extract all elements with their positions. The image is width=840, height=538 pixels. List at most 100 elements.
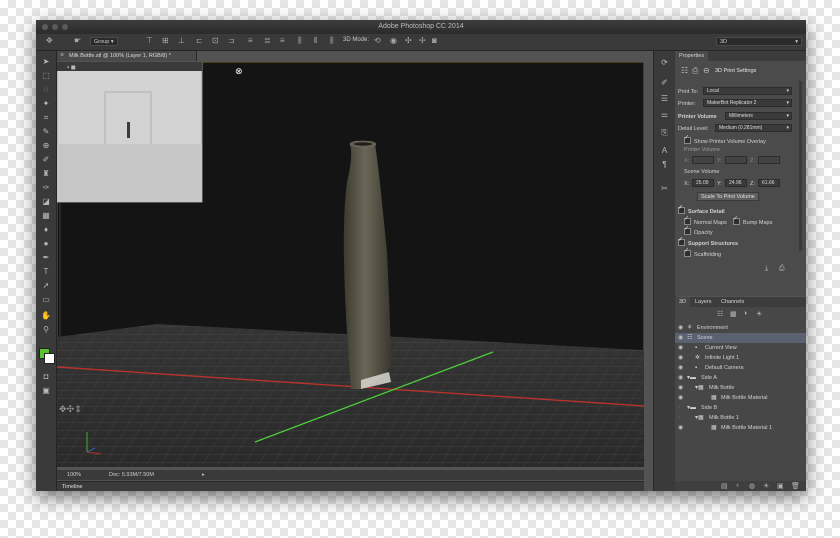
print-icon[interactable]: ⎙ xyxy=(779,265,785,273)
character-icon[interactable]: A xyxy=(658,145,671,157)
orbit-3d-icon[interactable]: ⟲ xyxy=(374,36,381,45)
new-light-icon[interactable]: ☀ xyxy=(763,482,769,490)
roll-3d-icon[interactable]: ◉ xyxy=(390,36,397,45)
workspace-dropdown[interactable]: 3D ▾ xyxy=(716,37,802,46)
opacity-checkbox[interactable]: Opacity xyxy=(684,225,713,236)
path-select-icon[interactable]: ➚ xyxy=(39,280,53,292)
auto-select-icon[interactable]: ☛ xyxy=(74,36,81,45)
zoom-tool-icon[interactable]: ⚲ xyxy=(39,324,53,336)
visibility-eye-icon[interactable]: ◉ xyxy=(678,373,683,383)
eyedropper-icon[interactable]: ✎ xyxy=(39,126,53,138)
scene-y-input[interactable]: 24.96 xyxy=(725,179,747,187)
align-center-icon[interactable]: ⊡ xyxy=(212,36,219,45)
visibility-eye-icon[interactable]: ◉ xyxy=(678,333,683,343)
healing-brush-icon[interactable]: ⊕ xyxy=(39,140,53,152)
tab-layers[interactable]: Layers xyxy=(691,297,716,307)
print-to-dropdown[interactable]: Local ▾ xyxy=(703,87,792,95)
trash-icon[interactable]: 🗑 xyxy=(791,482,800,490)
visibility-eye-icon[interactable]: ◦ xyxy=(678,413,680,423)
3d-print-icon[interactable]: ⎙ xyxy=(692,66,698,76)
paragraph-icon[interactable]: ¶ xyxy=(658,159,671,171)
lasso-tool-icon[interactable]: ◌ xyxy=(39,84,53,96)
gradient-tool-icon[interactable]: ▦ xyxy=(39,210,53,222)
visibility-eye-icon[interactable]: ◉ xyxy=(678,423,683,433)
visibility-eye-icon[interactable]: ◉ xyxy=(678,353,683,363)
surface-detail-checkbox[interactable]: Surface Detail xyxy=(678,204,725,215)
distribute-right-icon[interactable]: ⫼ xyxy=(330,36,334,46)
cap-icon[interactable]: ⊖ xyxy=(703,66,710,75)
properties-tab[interactable]: Properties xyxy=(675,51,709,61)
visibility-eye-icon[interactable]: ◉ xyxy=(678,383,683,393)
lights-icon[interactable]: ☀ xyxy=(756,310,762,318)
clone-source-icon[interactable]: ⎘ xyxy=(658,127,671,139)
layer-item[interactable]: ◉ ▪ Current View xyxy=(675,343,806,353)
visibility-eye-icon[interactable]: ◉ xyxy=(678,343,683,353)
align-middle-icon[interactable]: ⊞ xyxy=(162,36,169,45)
whole-scene-icon[interactable]: ☷ xyxy=(717,310,723,318)
magic-wand-icon[interactable]: ✦ xyxy=(39,98,53,110)
properties-scrollbar[interactable] xyxy=(799,81,802,251)
normal-maps-checkbox[interactable]: Normal Maps xyxy=(684,215,727,226)
layer-item[interactable]: ◉ ☷ Scene xyxy=(675,333,806,343)
history-icon[interactable]: ⟳ xyxy=(658,57,671,69)
layer-item[interactable]: ◦ ▾▬ Side B xyxy=(675,403,806,413)
brush-panel-icon[interactable]: ✐ xyxy=(658,77,671,89)
visibility-eye-icon[interactable]: ◉ xyxy=(678,393,683,403)
filter-icon[interactable]: ▤ xyxy=(721,482,728,490)
scene-z-input[interactable]: 61.66 xyxy=(758,179,780,187)
background-color-swatch[interactable] xyxy=(44,353,55,364)
scaffolding-checkbox[interactable]: Scaffolding xyxy=(684,247,721,258)
timeline-panel-tab[interactable]: Timeline xyxy=(57,481,644,491)
properties-sliders-icon[interactable]: ⚌ xyxy=(658,109,671,121)
distribute-top-icon[interactable]: ≡ xyxy=(248,36,253,45)
align-top-icon[interactable]: ⊤ xyxy=(146,36,153,45)
crop-tool-icon[interactable]: ⌗ xyxy=(39,112,53,124)
rectangle-tool-icon[interactable]: ▭ xyxy=(39,294,53,306)
scale-to-print-volume-button[interactable]: Scale To Print Volume xyxy=(697,192,759,201)
tab-3d[interactable]: 3D xyxy=(675,297,691,307)
detail-level-dropdown[interactable]: Medium (0.281mm) ▾ xyxy=(715,124,792,132)
distribute-left-icon[interactable]: ⫼ xyxy=(298,36,302,46)
tab-channels[interactable]: Channels xyxy=(717,297,748,307)
pen-tool-icon[interactable]: ✒ xyxy=(39,252,53,264)
visibility-eye-icon[interactable]: ◉ xyxy=(678,323,683,333)
layer-item[interactable]: ◦ ▾▦ Milk Bottle 1 xyxy=(675,413,806,423)
layer-item[interactable]: ◉ ▦ Milk Bottle Material xyxy=(675,393,806,403)
auto-select-dropdown[interactable]: Group ▾ xyxy=(90,37,118,46)
hand-tool-icon[interactable]: ✋ xyxy=(39,310,53,322)
move-tool-icon[interactable]: ✥ xyxy=(46,36,53,45)
zoom-level[interactable]: 100% xyxy=(67,470,81,480)
printer-dropdown[interactable]: MakerBot Replicator 2 ▾ xyxy=(703,99,792,107)
type-tool-icon[interactable]: T xyxy=(39,266,53,278)
export-icon[interactable]: ⤓ xyxy=(765,265,768,273)
visibility-eye-icon[interactable]: ◉ xyxy=(678,363,683,373)
align-left-icon[interactable]: ⊏ xyxy=(196,36,203,45)
brush-tool-icon[interactable]: ✐ xyxy=(39,154,53,166)
dodge-tool-icon[interactable]: ● xyxy=(39,238,53,250)
drag-3d-icon[interactable]: ✣ xyxy=(405,36,412,45)
3d-scene-filter-icon[interactable]: ☷ xyxy=(681,66,688,75)
visibility-eye-icon[interactable]: ◦ xyxy=(678,403,680,413)
materials-icon[interactable]: ◑ xyxy=(743,310,747,317)
camera-reset-icon[interactable]: ⊗ xyxy=(235,67,243,77)
unit-dropdown[interactable]: Millimeters ▾ xyxy=(725,112,792,120)
distribute-center-icon[interactable]: ≣ xyxy=(264,36,271,45)
show-overlay-checkbox[interactable]: Show Printer Volume Overlay xyxy=(684,134,766,145)
close-tab-icon[interactable]: × xyxy=(60,51,64,61)
document-tab[interactable]: Milk Bottle.stl @ 100% (Layer 1, RGB/8) … xyxy=(57,51,197,61)
quick-mask-icon[interactable]: ◘ xyxy=(39,371,53,383)
light-bulb-icon[interactable]: ♁ xyxy=(735,482,740,489)
meshes-icon[interactable]: ▦ xyxy=(730,310,737,318)
align-bottom-icon[interactable]: ⊥ xyxy=(178,36,185,45)
layer-item[interactable]: ◉ ▾▦ Milk Bottle xyxy=(675,383,806,393)
tools-presets-icon[interactable]: ✂ xyxy=(658,183,671,195)
layer-item[interactable]: ◉ ▦ Milk Bottle Material 1 xyxy=(675,423,806,433)
distribute-bottom-icon[interactable]: ≡ xyxy=(280,36,285,45)
layer-item[interactable]: ◉ ▾▬ Side A xyxy=(675,373,806,383)
blur-tool-icon[interactable]: ♦ xyxy=(39,224,53,236)
slide-3d-icon[interactable]: ✢ xyxy=(419,36,426,45)
material-drop-icon[interactable]: ◍ xyxy=(749,482,755,490)
3d-navigator-icons[interactable]: ✥✣⇕ xyxy=(59,405,82,415)
screen-mode-icon[interactable]: ▣ xyxy=(39,385,53,397)
align-right-icon[interactable]: ⊐ xyxy=(228,36,235,45)
